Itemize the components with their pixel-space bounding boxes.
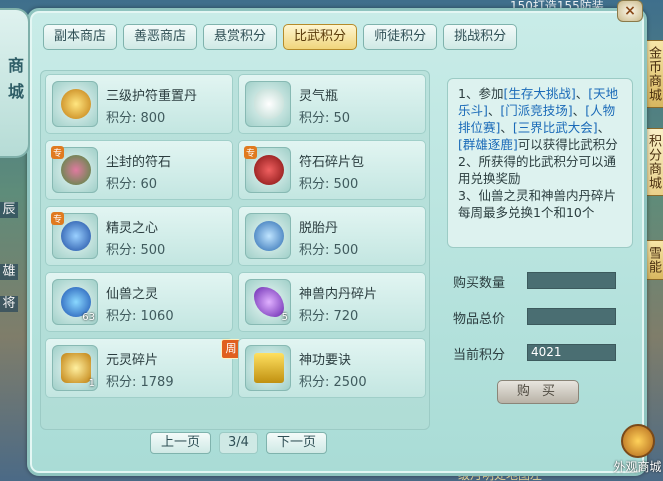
item-card[interactable]: 三级护符重置丹 积分: 800: [45, 74, 233, 134]
item-card[interactable]: 5 神兽内丹碎片 积分: 720: [238, 272, 426, 332]
soul-shard-icon: 1: [52, 345, 98, 391]
item-name: 神功要诀: [299, 353, 352, 368]
item-count: 63: [82, 312, 95, 323]
skill-book-icon: [245, 345, 291, 391]
item-name: 仙兽之灵: [106, 287, 159, 302]
spirit-bottle-icon: [245, 81, 291, 127]
item-card[interactable]: 专 尘封的符石 积分: 60: [45, 140, 233, 200]
info-text: 可以获得比武积分: [517, 137, 618, 152]
info-text: 、: [500, 120, 513, 135]
appearance-shop-label: 外观商城: [613, 460, 662, 474]
info-box: 1、参加[生存大挑战]、[天地乐斗]、[门派竞技场]、[人物排位赛]、[三界比武…: [447, 78, 633, 248]
item-price: 积分: 1789: [106, 375, 174, 390]
tab-karma-shop[interactable]: 善恶商店: [123, 24, 198, 50]
background-left-label: 辰: [0, 202, 18, 218]
tab-bounty-points[interactable]: 悬赏积分: [203, 24, 278, 50]
item-price: 积分: 50: [299, 111, 351, 126]
item-card[interactable]: 神功要诀 积分: 2500: [238, 338, 426, 398]
beast-core-shard-icon: 5: [245, 279, 291, 325]
item-price: 积分: 500: [299, 243, 359, 258]
rebirth-pill-icon: [245, 213, 291, 259]
info-text: 、: [575, 86, 589, 101]
info-link[interactable]: [三界比武大会]: [513, 120, 598, 135]
item-price: 积分: 720: [299, 309, 359, 324]
rune-stone-icon: 专: [51, 146, 98, 193]
item-card[interactable]: 专 符石碎片包 积分: 500: [238, 140, 426, 200]
item-name: 精灵之心: [106, 221, 159, 236]
appearance-shop-button[interactable]: 外观商城: [612, 420, 663, 480]
beast-soul-icon: 63: [52, 279, 98, 325]
item-card[interactable]: 脱胎丹 积分: 500: [238, 206, 426, 266]
info-text: 、: [572, 103, 586, 118]
info-text: 1、参加: [458, 86, 504, 101]
item-name: 神兽内丹碎片: [299, 287, 378, 302]
item-name: 尘封的符石: [106, 155, 172, 170]
item-price: 积分: 2500: [299, 375, 367, 390]
item-card[interactable]: 专 精灵之心 积分: 500: [45, 206, 233, 266]
info-text: 2、所获得的比武积分可以通用兑换奖励: [458, 154, 616, 186]
shop-tab[interactable]: 商城: [0, 8, 30, 158]
info-text: 、: [597, 120, 611, 135]
item-name: 灵气瓶: [299, 89, 339, 104]
current-points-field: 4021: [527, 344, 616, 361]
item-card[interactable]: 灵气瓶 积分: 50: [238, 74, 426, 134]
item-card[interactable]: 63 仙兽之灵 积分: 1060: [45, 272, 233, 332]
exclusive-badge: 专: [51, 212, 65, 225]
info-link[interactable]: [门派竞技场]: [500, 103, 572, 118]
tab-challenge-points[interactable]: 挑战积分: [443, 24, 518, 50]
exclusive-badge: 专: [244, 146, 258, 159]
next-page-button[interactable]: 下一页: [265, 432, 327, 454]
item-grid: 三级护符重置丹 积分: 800 灵气瓶 积分: 50 专 尘封的符石 积分: 6…: [40, 70, 430, 430]
quantity-field[interactable]: [527, 272, 616, 289]
spirit-heart-icon: 专: [51, 212, 98, 259]
buy-button[interactable]: 购 买: [497, 380, 579, 404]
item-name: 脱胎丹: [299, 221, 339, 236]
tab-pvp-points[interactable]: 比武积分: [283, 24, 358, 50]
total-price-field: [527, 308, 616, 325]
item-price: 积分: 1060: [106, 309, 174, 324]
info-link[interactable]: [群雄逐鹿]: [458, 137, 518, 152]
info-text: 3、仙兽之灵和神兽内丹碎片每周最多兑换1个和10个: [458, 188, 616, 220]
treasure-sack-icon: [620, 424, 655, 458]
tab-mentor-points[interactable]: 师徒积分: [363, 24, 438, 50]
item-count: 5: [281, 312, 288, 323]
tab-dungeon-shop[interactable]: 副本商店: [43, 24, 118, 50]
exclusive-badge: 专: [51, 146, 65, 159]
current-points-label: 当前积分: [453, 348, 506, 363]
item-price: 积分: 500: [106, 243, 166, 258]
prev-page-button[interactable]: 上一页: [150, 432, 212, 454]
category-tabs: 副本商店 善恶商店 悬赏积分 比武积分 师徒积分 挑战积分: [43, 24, 518, 50]
total-price-label: 物品总价: [453, 312, 506, 327]
shop-tab-label: 商城: [5, 57, 24, 109]
close-button[interactable]: ×: [617, 0, 643, 22]
quantity-label: 购买数量: [453, 276, 506, 291]
background-left-label: 将: [0, 296, 18, 312]
item-price: 积分: 500: [299, 177, 359, 192]
item-name: 三级护符重置丹: [106, 89, 198, 104]
background-left-label: 雄: [0, 264, 18, 280]
item-name: 元灵碎片: [106, 353, 159, 368]
item-count: 1: [88, 378, 95, 389]
item-price: 积分: 60: [106, 177, 158, 192]
item-price: 积分: 800: [106, 111, 166, 126]
talisman-pill-icon: [52, 81, 98, 127]
pager: 上一页 3/4 下一页: [150, 432, 327, 454]
rune-bag-icon: 专: [244, 146, 291, 193]
info-text: 、: [487, 103, 501, 118]
item-name: 符石碎片包: [299, 155, 365, 170]
item-card[interactable]: 1 元灵碎片 积分: 1789 周: [45, 338, 241, 398]
page-indicator: 3/4: [219, 432, 258, 454]
info-link[interactable]: [生存大挑战]: [503, 86, 575, 101]
